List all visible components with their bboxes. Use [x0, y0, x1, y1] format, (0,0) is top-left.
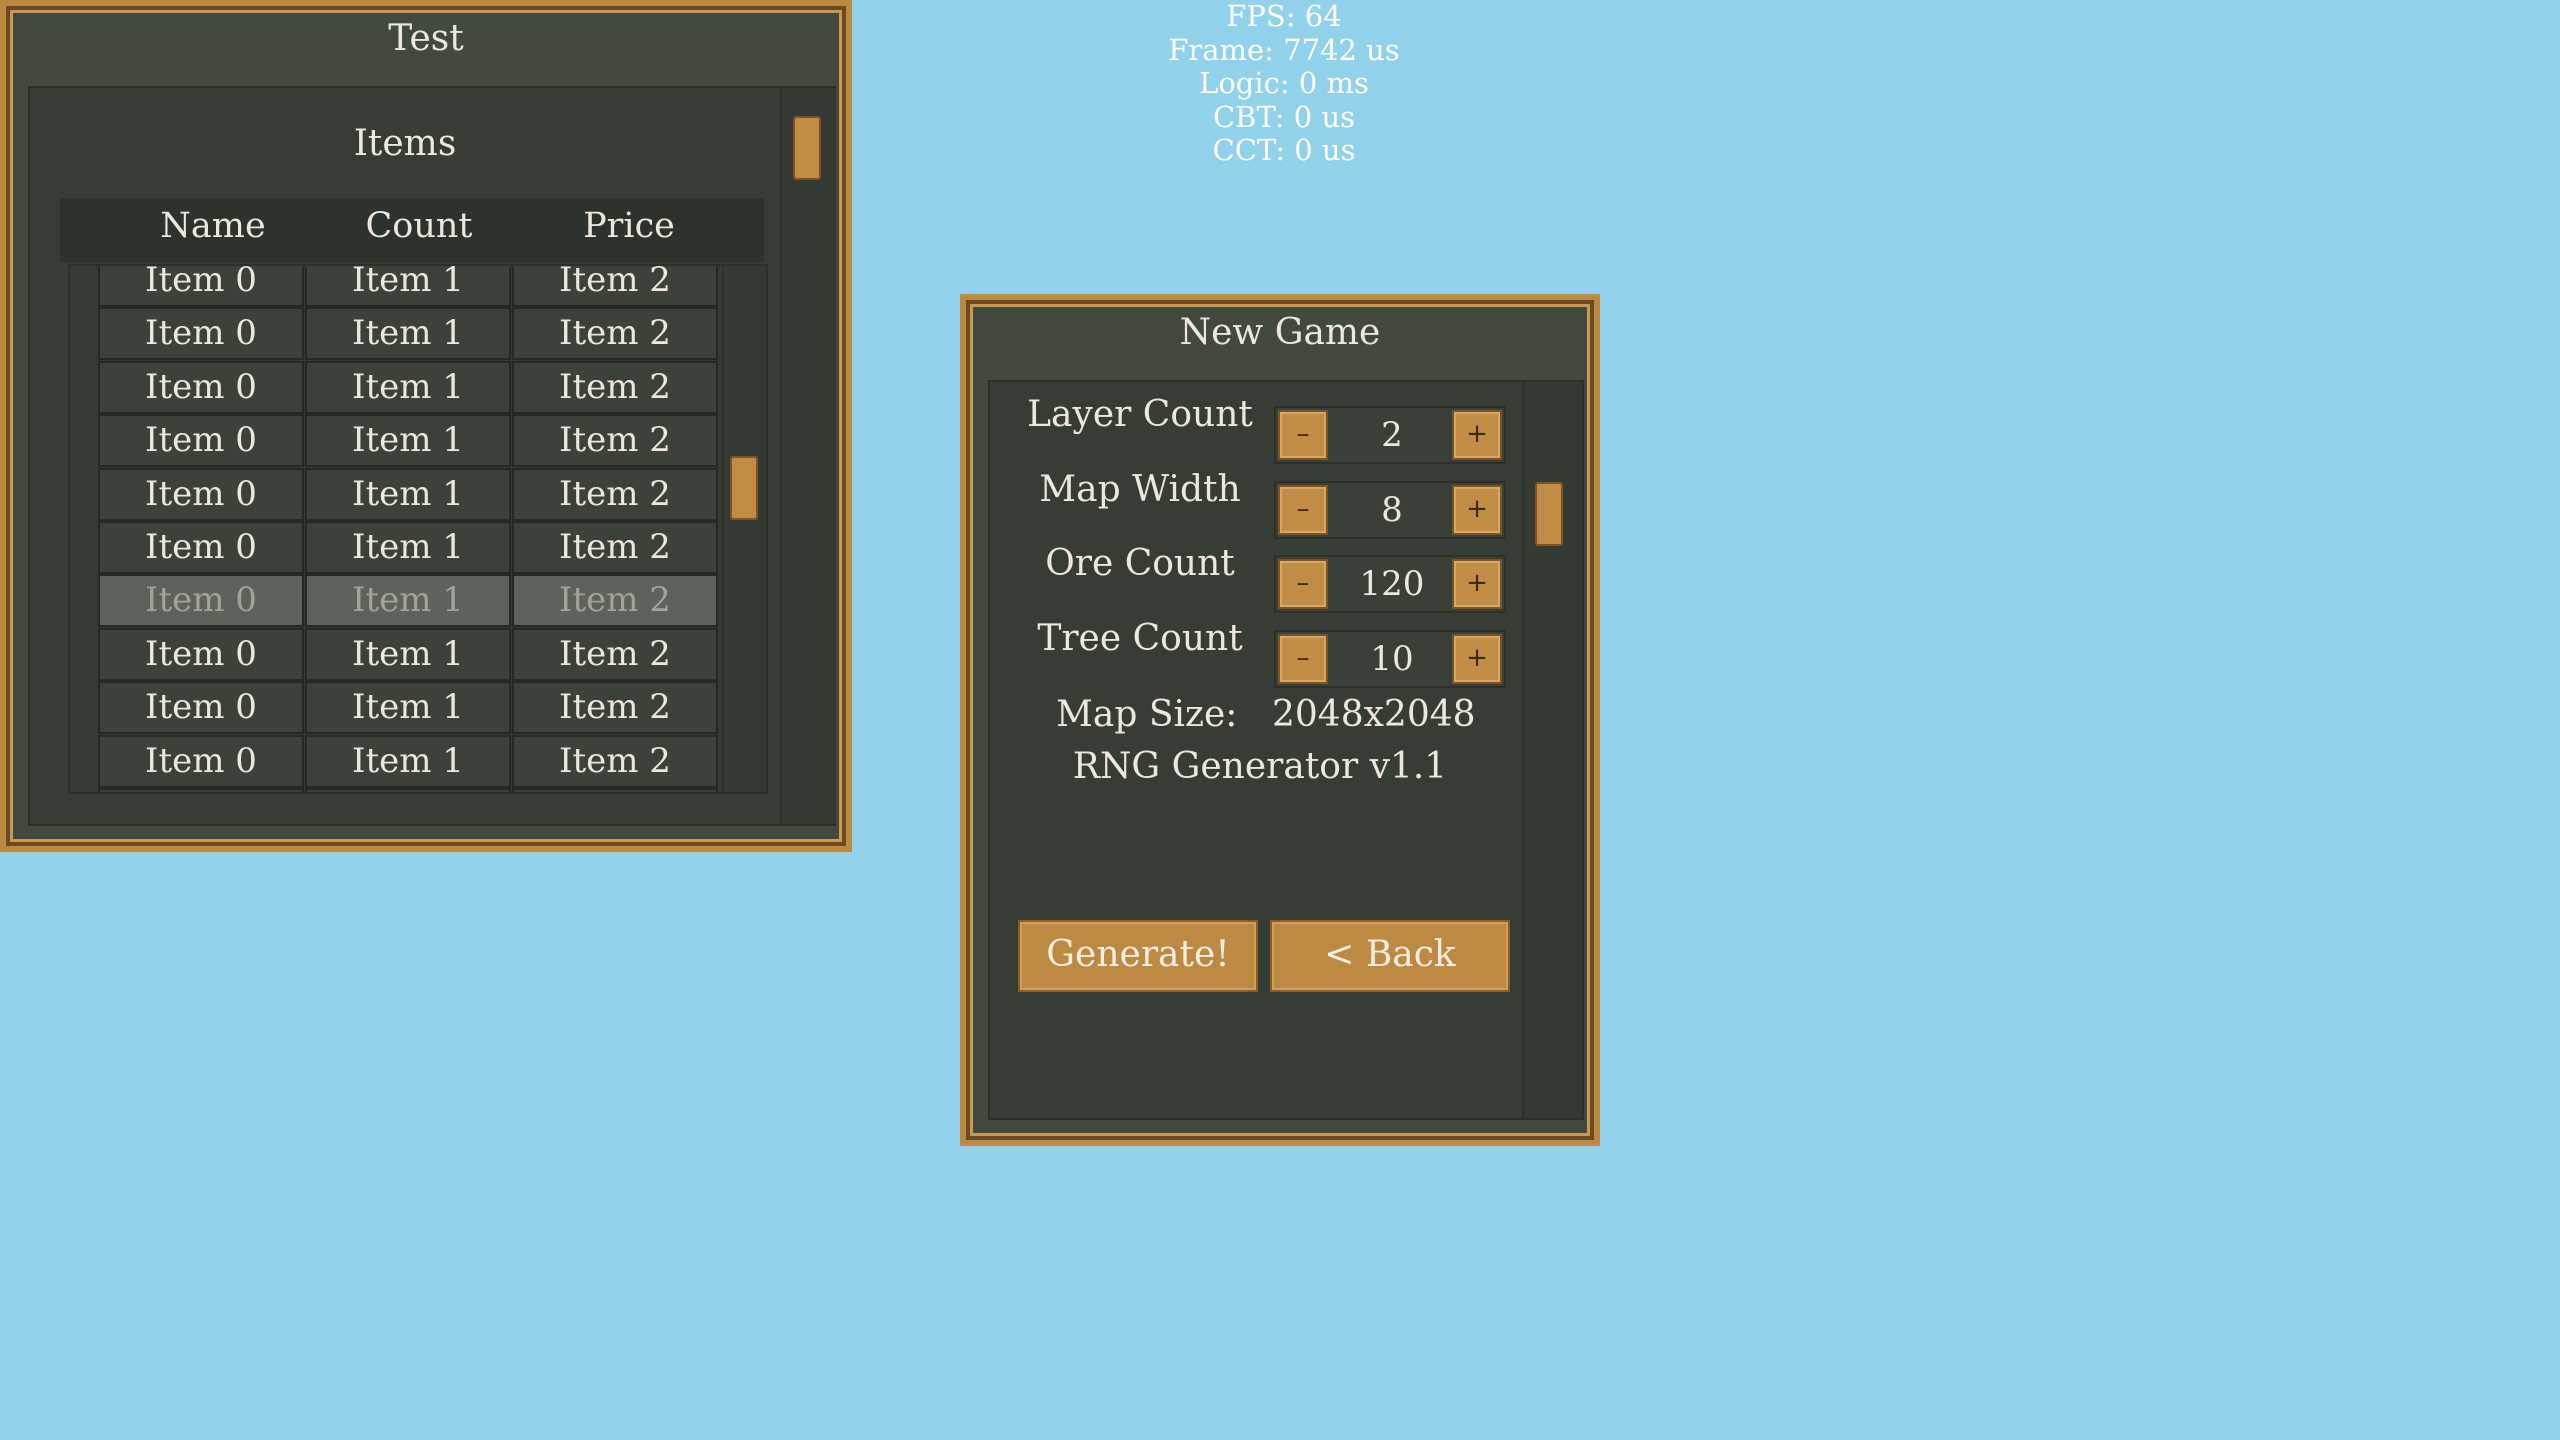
map-width-stepper[interactable]: –8 +	[1274, 480, 1506, 539]
generator-text: RNG Generator v1.1	[1072, 746, 1448, 787]
cell-price: Item 2	[512, 414, 718, 468]
plus-icon[interactable]: +	[1452, 484, 1502, 535]
layer-count-label: Layer Count	[1027, 394, 1253, 435]
layer-count-value[interactable]: 2	[1332, 408, 1452, 462]
map-width-label: Map Width	[1039, 468, 1241, 510]
cell-count: Item 1	[305, 266, 511, 307]
cell-name: Item 0	[98, 627, 304, 681]
layer-count-stepper[interactable]: –2 +	[1274, 406, 1506, 464]
test-window-content: Items Name Count Price Item 0 Item 1 Item …	[28, 86, 836, 826]
column-header-name[interactable]: Name	[110, 206, 316, 246]
cell-count: Item 1	[305, 521, 511, 574]
table-header: Name Count Price	[60, 198, 764, 262]
tree-count-stepper[interactable]: –10 +	[1274, 629, 1506, 688]
cell-count: Item 1	[305, 788, 511, 792]
logic-readout: Logic: 0 ms	[1199, 66, 1369, 100]
plus-icon[interactable]: +	[1452, 559, 1502, 609]
table-row[interactable]: Item 0Item 1Item 2	[98, 266, 720, 307]
column-header-price[interactable]: Price	[526, 206, 732, 246]
cell-name: Item 0	[98, 266, 304, 307]
new-game-content: Layer Count –2 + Map Width –8 + Ore Count –120 +…	[988, 380, 1584, 1120]
cell-count: Item 1	[305, 734, 511, 788]
tree-count-label: Tree Count	[1037, 617, 1243, 659]
table-row[interactable]: Item 0Item 1Item 2	[98, 360, 720, 414]
cell-count: Item 1	[305, 360, 511, 414]
cell-price: Item 2	[512, 360, 718, 414]
cell-name: Item 0	[98, 467, 304, 521]
map-size-label: Map Size:	[1056, 694, 1238, 735]
cell-price: Item 2	[512, 307, 718, 361]
cell-count: Item 1	[305, 574, 511, 628]
plus-icon[interactable]: +	[1452, 633, 1502, 684]
window-scrollbar[interactable]	[780, 88, 836, 824]
cell-price: Item 2	[512, 467, 718, 521]
cell-price: Item 2	[512, 788, 718, 792]
ore-count-label: Ore Count	[1045, 543, 1235, 584]
new-game-window[interactable]: New Game Layer Count –2 + Map Width –8 + Ore C…	[960, 294, 1600, 1146]
frame-readout: Frame: 7742 us	[1168, 32, 1400, 67]
minus-icon[interactable]: –	[1278, 559, 1328, 609]
test-window[interactable]: Test Items Name Count Price Item 0 Item 1…	[0, 0, 852, 852]
column-header-count[interactable]: Count	[316, 206, 522, 246]
items-title: Items	[353, 123, 457, 164]
cell-count: Item 1	[305, 627, 511, 681]
cell-count: Item 1	[305, 307, 511, 361]
cell-name: Item 0	[98, 360, 304, 414]
list-scrollbar-thumb[interactable]	[730, 456, 758, 520]
cell-name: Item 0	[98, 414, 304, 468]
window-scrollbar-thumb[interactable]	[793, 116, 821, 180]
window-title: Test	[388, 18, 464, 59]
window-title: New Game	[1179, 312, 1381, 353]
table-row[interactable]: Item 0Item 1Item 2	[98, 307, 720, 361]
cell-name: Item 0	[98, 681, 304, 735]
cell-price: Item 2	[512, 266, 718, 307]
map-size-value: 2048x2048	[1272, 694, 1476, 735]
fps-readout: FPS: 64	[1226, 0, 1342, 33]
window-scrollbar[interactable]	[1522, 382, 1582, 1118]
back-button[interactable]: < Back	[1270, 920, 1510, 992]
stats-overlay: FPS: 64 Frame: 7742 us Logic: 0 ms CBT: …	[1084, 0, 1484, 168]
cell-name: Item 0	[98, 307, 304, 361]
layer-count-row: Layer Count –2 +	[990, 394, 1520, 464]
cct-readout: CCT: 0 us	[1212, 133, 1356, 167]
window-scrollbar-thumb[interactable]	[1535, 482, 1563, 546]
minus-icon[interactable]: –	[1278, 633, 1328, 684]
items-list[interactable]: Item 0 Item 1 Item 2 Item 0 Item 1 Item 2 Item…	[68, 264, 768, 794]
table-row[interactable]: Item 0Item 1Item 2	[98, 627, 720, 681]
table-row[interactable]: Item 0Item 1Item 2	[98, 467, 720, 521]
cell-count: Item 1	[305, 414, 511, 468]
cell-price: Item 2	[512, 734, 718, 788]
ore-count-value[interactable]: 120	[1332, 557, 1452, 611]
cell-name: Item 0	[98, 574, 304, 628]
cell-price: Item 2	[512, 681, 718, 735]
table-row[interactable]: Item 0Item 1Item 2	[98, 734, 720, 788]
map-width-value[interactable]: 8	[1332, 483, 1452, 537]
cell-name: Item 0	[98, 788, 304, 792]
cell-price: Item 2	[512, 627, 718, 681]
cell-count: Item 1	[305, 467, 511, 521]
table-row[interactable]: Item 0Item 1Item 2	[98, 681, 720, 735]
map-width-row: Map Width –8 +	[990, 468, 1520, 539]
generate-button[interactable]: Generate!	[1018, 920, 1258, 992]
list-scrollbar[interactable]	[722, 266, 766, 792]
tree-count-row: Tree Count –10 +	[990, 617, 1520, 688]
ore-count-row: Ore Count –120 +	[990, 543, 1520, 613]
cbt-readout: CBT: 0 us	[1212, 99, 1356, 134]
cell-price: Item 2	[512, 521, 718, 574]
minus-icon[interactable]: –	[1278, 484, 1328, 535]
table-row[interactable]: Item 0Item 1Item 2	[98, 521, 720, 574]
cell-price: Item 2	[512, 574, 718, 628]
tree-count-value[interactable]: 10	[1332, 632, 1452, 686]
plus-icon[interactable]: +	[1452, 410, 1502, 460]
table-row[interactable]: Item 0Item 1Item 2	[98, 788, 720, 792]
minus-icon[interactable]: –	[1278, 410, 1328, 460]
cell-name: Item 0	[98, 734, 304, 788]
table-row[interactable]: Item 0Item 1Item 2	[98, 414, 720, 468]
cell-name: Item 0	[98, 521, 304, 574]
table-row[interactable]: Item 0Item 1Item 2	[98, 574, 720, 628]
cell-count: Item 1	[305, 681, 511, 735]
ore-count-stepper[interactable]: –120 +	[1274, 555, 1506, 613]
